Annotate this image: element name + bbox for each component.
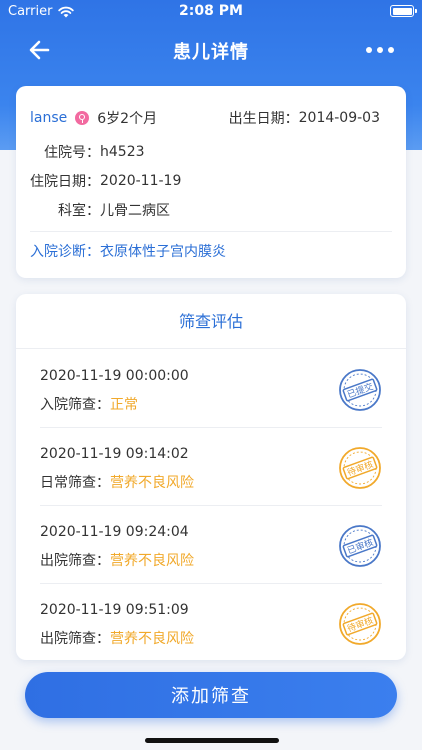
patient-name-row: lanse 6岁2个月	[30, 108, 157, 128]
screening-result-row: 日常筛查：营养不良风险	[40, 472, 194, 492]
battery-icon	[390, 5, 417, 17]
screening-record[interactable]: 2020-11-19 09:24:04 出院筛查：营养不良风险 已审核	[16, 506, 406, 584]
home-indicator	[145, 738, 279, 743]
admission-no-label: 住院号：	[44, 145, 100, 161]
screening-type: 入院筛查：	[40, 397, 110, 413]
screening-time: 2020-11-19 09:14:02	[40, 446, 189, 462]
admission-date-value: 2020-11-19	[100, 173, 182, 189]
patient-age: 6岁2个月	[97, 111, 158, 127]
navigation-bar: 患儿详情	[0, 24, 422, 76]
screening-result: 营养不良风险	[110, 475, 194, 491]
admission-date-row: 住院日期： 2020-11-19	[30, 171, 181, 191]
diagnosis-label: 入院诊断：	[30, 244, 100, 260]
department-value: 儿骨二病区	[100, 203, 170, 219]
screening-time: 2020-11-19 00:00:00	[40, 368, 189, 384]
more-dot-icon	[388, 47, 394, 53]
birth-date-value: 2014-09-03	[298, 110, 380, 126]
screening-record[interactable]: 2020-11-19 09:51:09 出院筛查：营养不良风险 待审核	[16, 584, 406, 660]
patient-info-card: lanse 6岁2个月 出生日期： 2014-09-03 住院号： h4523 …	[16, 86, 406, 278]
screening-card: 筛查评估 2020-11-19 00:00:00 入院筛查：正常 已提交 2020-1…	[16, 294, 406, 660]
diagnosis-row: 入院诊断： 衣原体性子宫内膜炎	[30, 241, 226, 261]
screening-result-row: 出院筛查：营养不良风险	[40, 628, 194, 648]
screening-record[interactable]: 2020-11-19 00:00:00 入院筛查：正常 已提交	[16, 350, 406, 428]
screening-result-row: 入院筛查：正常	[40, 394, 138, 414]
screening-result: 营养不良风险	[110, 631, 194, 647]
admission-no-row: 住院号： h4523	[30, 142, 145, 162]
status-bar: Carrier 2:08 PM	[0, 0, 422, 24]
divider	[30, 231, 392, 232]
more-dot-icon	[377, 47, 383, 53]
screening-record[interactable]: 2020-11-19 09:14:02 日常筛查：营养不良风险 待审核	[16, 428, 406, 506]
screening-type: 日常筛查：	[40, 475, 110, 491]
screening-time: 2020-11-19 09:51:09	[40, 602, 189, 618]
screening-result-row: 出院筛查：营养不良风险	[40, 550, 194, 570]
status-stamp-icon: 待审核	[339, 603, 381, 645]
divider	[16, 348, 406, 349]
diagnosis-value: 衣原体性子宫内膜炎	[100, 244, 226, 260]
department-row: 科室： 儿骨二病区	[30, 200, 170, 220]
screening-title: 筛查评估	[178, 312, 243, 331]
patient-name: lanse	[30, 110, 68, 126]
screening-result: 营养不良风险	[110, 553, 194, 569]
status-stamp-icon: 已提交	[339, 369, 381, 411]
page-title: 患儿详情	[173, 42, 249, 63]
more-button[interactable]	[366, 40, 394, 60]
screening-result: 正常	[110, 397, 138, 413]
status-stamp-icon: 待审核	[339, 447, 381, 489]
admission-no-value: h4523	[100, 144, 145, 160]
status-stamp-icon: 已审核	[339, 525, 381, 567]
more-dot-icon	[366, 47, 372, 53]
birth-date-label: 出生日期：	[228, 111, 299, 127]
screening-time: 2020-11-19 09:24:04	[40, 524, 189, 540]
add-screening-button[interactable]: 添加筛查	[25, 672, 397, 718]
female-icon	[75, 111, 90, 125]
admission-date-label: 住院日期：	[30, 174, 100, 190]
department-label: 科室：	[58, 203, 100, 219]
screening-type: 出院筛查：	[40, 631, 110, 647]
status-time: 2:08 PM	[179, 3, 243, 19]
birth-date-row: 出生日期： 2014-09-03	[229, 108, 380, 128]
screening-type: 出院筛查：	[40, 553, 110, 569]
